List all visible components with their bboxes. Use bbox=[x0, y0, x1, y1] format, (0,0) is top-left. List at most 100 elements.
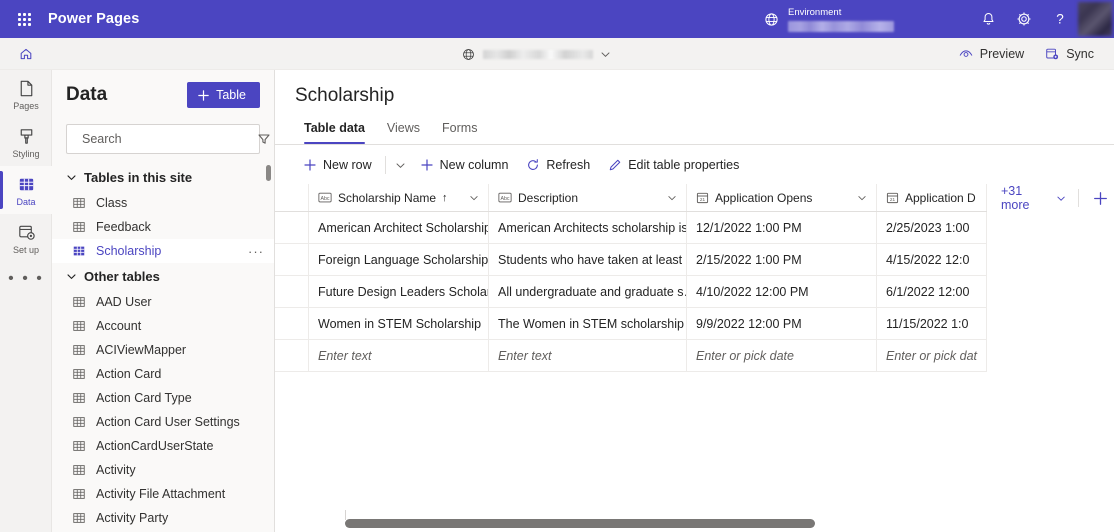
search-box[interactable] bbox=[66, 124, 270, 154]
new-column-button[interactable]: New column bbox=[412, 153, 517, 177]
help-button[interactable]: ? bbox=[1042, 0, 1078, 38]
group-header-tables-in-this-site[interactable]: Tables in this site bbox=[52, 164, 274, 191]
preview-button[interactable]: Preview bbox=[950, 41, 1032, 67]
new-row-opens-cell[interactable]: Enter or pick date bbox=[687, 340, 877, 371]
table-row[interactable]: Women in STEM Scholarship The Women in ST… bbox=[275, 308, 987, 340]
new-row-description-cell[interactable]: Enter text bbox=[489, 340, 687, 371]
search-input[interactable] bbox=[82, 132, 243, 146]
table-item[interactable]: ActionCardUserState bbox=[52, 434, 274, 458]
calendar-icon: 21 bbox=[696, 192, 709, 204]
table-item-overflow-button[interactable]: ··· bbox=[248, 244, 264, 259]
cell-application-opens[interactable]: 9/9/2022 12:00 PM bbox=[687, 308, 877, 339]
table-item[interactable]: Action Card Type bbox=[52, 386, 274, 410]
settings-button[interactable] bbox=[1006, 0, 1042, 38]
cell-application-due[interactable]: 6/1/2022 12:00 bbox=[877, 276, 987, 307]
scrollbar-thumb[interactable] bbox=[345, 519, 815, 528]
table-item[interactable]: Activity bbox=[52, 458, 274, 482]
rail-item-setup[interactable]: Set up bbox=[0, 214, 52, 262]
refresh-button[interactable]: Refresh bbox=[518, 153, 598, 177]
filter-button[interactable] bbox=[257, 132, 271, 146]
table-row[interactable]: American Architect Scholarship American A… bbox=[275, 212, 987, 244]
rail-item-pages[interactable]: Pages bbox=[0, 70, 52, 118]
rail-item-styling[interactable]: Styling bbox=[0, 118, 52, 166]
cell-scholarship-name[interactable]: Future Design Leaders Scholarship bbox=[309, 276, 489, 307]
notifications-button[interactable] bbox=[970, 0, 1006, 38]
row-gutter[interactable] bbox=[275, 308, 309, 339]
edit-table-properties-button[interactable]: Edit table properties bbox=[600, 153, 747, 177]
cell-application-due[interactable]: 4/15/2022 12:0 bbox=[877, 244, 987, 275]
table-item[interactable]: Action Card bbox=[52, 362, 274, 386]
tab-table-data[interactable]: Table data bbox=[295, 117, 374, 144]
cell-scholarship-name[interactable]: Women in STEM Scholarship bbox=[309, 308, 489, 339]
cell-scholarship-name[interactable]: American Architect Scholarship bbox=[309, 212, 489, 243]
home-button[interactable] bbox=[10, 38, 42, 70]
waffle-icon bbox=[17, 12, 31, 26]
table-item-class[interactable]: Class bbox=[52, 191, 274, 215]
horizontal-scrollbar[interactable] bbox=[275, 510, 1114, 532]
scrollbar-track[interactable] bbox=[345, 516, 1105, 528]
cell-description[interactable]: Students who have taken at least … bbox=[489, 244, 687, 275]
table-item[interactable]: ACIViewMapper bbox=[52, 338, 274, 362]
column-header-application-due[interactable]: 21 Application D bbox=[877, 184, 987, 211]
table-item-label: Activity bbox=[96, 463, 136, 477]
cell-application-opens[interactable]: 4/10/2022 12:00 PM bbox=[687, 276, 877, 307]
table-item-scholarship[interactable]: Scholarship ··· bbox=[52, 239, 274, 263]
table-item-feedback[interactable]: Feedback bbox=[52, 215, 274, 239]
rail-item-data[interactable]: Data bbox=[0, 166, 52, 214]
table-item[interactable]: Activity File Attachment bbox=[52, 482, 274, 506]
table-item[interactable]: Action Card User Settings bbox=[52, 410, 274, 434]
cell-description[interactable]: All undergraduate and graduate s… bbox=[489, 276, 687, 307]
table-item[interactable]: Activity Party bbox=[52, 506, 274, 530]
cell-description[interactable]: The Women in STEM scholarship i… bbox=[489, 308, 687, 339]
refresh-icon bbox=[528, 159, 539, 170]
cell-application-opens[interactable]: 2/15/2022 1:00 PM bbox=[687, 244, 877, 275]
chevron-down-icon[interactable] bbox=[857, 193, 867, 203]
table-row[interactable]: Foreign Language Scholarship Students who… bbox=[275, 244, 987, 276]
site-selector[interactable] bbox=[455, 38, 617, 70]
panel-scrollbar-thumb[interactable] bbox=[266, 165, 271, 181]
row-gutter[interactable] bbox=[275, 212, 309, 243]
environment-globe-button[interactable] bbox=[754, 0, 788, 38]
cell-description[interactable]: American Architects scholarship is… bbox=[489, 212, 687, 243]
cell-application-due[interactable]: 2/25/2023 1:00 bbox=[877, 212, 987, 243]
table-icon bbox=[73, 321, 85, 331]
add-column-button[interactable] bbox=[1087, 189, 1114, 208]
table-icon bbox=[73, 297, 85, 307]
sync-button[interactable]: Sync bbox=[1036, 41, 1102, 67]
column-header-scholarship-name[interactable]: Abc Scholarship Name ↑ bbox=[309, 184, 489, 211]
table-item-label: Feedback bbox=[96, 220, 151, 234]
new-column-label: New column bbox=[439, 158, 509, 172]
add-table-button[interactable]: Table bbox=[187, 82, 260, 108]
cell-application-opens[interactable]: 12/1/2022 1:00 PM bbox=[687, 212, 877, 243]
rail-more-button[interactable]: • • • bbox=[0, 262, 52, 296]
data-panel: Data Table Search Tables in this site Cl… bbox=[52, 70, 275, 532]
chevron-down-icon[interactable] bbox=[469, 193, 479, 203]
column-header-application-opens[interactable]: 21 Application Opens bbox=[687, 184, 877, 211]
table-item[interactable]: Account bbox=[52, 314, 274, 338]
avatar[interactable] bbox=[1078, 2, 1112, 36]
row-gutter[interactable] bbox=[275, 244, 309, 275]
cell-application-due[interactable]: 11/15/2022 1:0 bbox=[877, 308, 987, 339]
eye-icon bbox=[959, 49, 972, 57]
grid-new-row[interactable]: Enter text Enter text Enter or pick date… bbox=[275, 340, 987, 372]
select-all-gutter[interactable] bbox=[275, 184, 309, 211]
new-row-name-cell[interactable]: Enter text bbox=[309, 340, 489, 371]
tab-views[interactable]: Views bbox=[378, 117, 429, 144]
more-columns-button[interactable]: +31 more bbox=[997, 184, 1070, 215]
new-row-dropdown-button[interactable] bbox=[391, 155, 410, 176]
column-header-description[interactable]: Abc Description bbox=[489, 184, 687, 211]
new-row-button[interactable]: New row bbox=[295, 153, 380, 177]
environment-selector[interactable]: Environment bbox=[788, 0, 894, 38]
row-gutter[interactable] bbox=[275, 276, 309, 307]
calendar-icon: 21 bbox=[886, 192, 899, 204]
table-item-label: ActionCardUserState bbox=[96, 439, 214, 453]
cell-scholarship-name[interactable]: Foreign Language Scholarship bbox=[309, 244, 489, 275]
table-item[interactable]: AAD User bbox=[52, 290, 274, 314]
tab-forms[interactable]: Forms bbox=[433, 117, 486, 144]
app-launcher-button[interactable] bbox=[0, 0, 48, 38]
new-row-due-cell[interactable]: Enter or pick dat bbox=[877, 340, 987, 371]
chevron-down-icon[interactable] bbox=[667, 193, 677, 203]
group-header-other-tables[interactable]: Other tables bbox=[52, 263, 274, 290]
row-gutter[interactable] bbox=[275, 340, 309, 371]
table-row[interactable]: Future Design Leaders ScholarshipAll und… bbox=[275, 276, 987, 308]
